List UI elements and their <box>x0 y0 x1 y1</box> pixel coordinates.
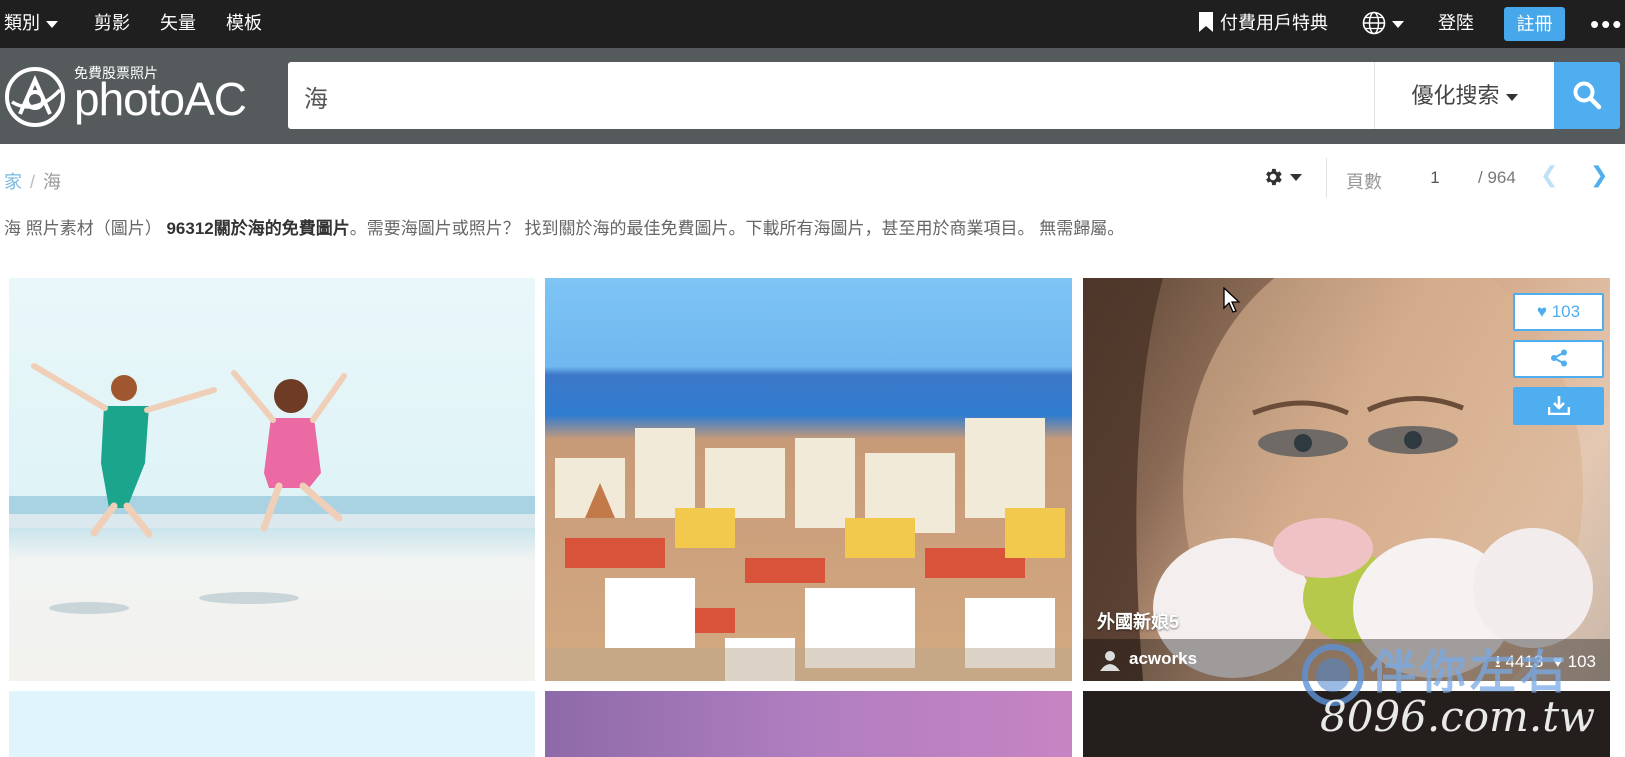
photo-thumbnail[interactable] <box>9 691 535 757</box>
like-button[interactable]: ♥ 103 <box>1513 293 1604 331</box>
search-input[interactable] <box>304 76 1344 116</box>
download-icon <box>1547 396 1570 416</box>
user-icon <box>1100 651 1120 671</box>
page-number-input[interactable] <box>1405 162 1465 194</box>
search-header: 免費股票照片 photoAC 優化搜索 <box>0 48 1625 144</box>
breadcrumb-current: 海 <box>43 172 62 192</box>
photo-beach-jump[interactable] <box>9 278 535 681</box>
category-menu[interactable]: 類別 <box>4 0 58 48</box>
download-button[interactable] <box>1513 387 1604 425</box>
chevron-down-icon <box>1392 20 1404 28</box>
page-total: / 964 <box>1478 168 1516 187</box>
breadcrumb-home-link[interactable]: 家 <box>4 172 22 192</box>
register-button[interactable]: 註冊 <box>1504 7 1565 41</box>
heart-icon: ♥ <box>1552 652 1563 671</box>
photo-foreign-bride[interactable]: 外國新娘5 acworks ⭳ 4413 ♥ 103 <box>1083 278 1610 681</box>
photo-author[interactable]: acworks <box>1129 649 1197 669</box>
coastal-town-illustration <box>545 418 1072 681</box>
logo[interactable]: 免費股票照片 photoAC <box>4 62 254 132</box>
logo-brand: photoAC <box>74 73 247 125</box>
chevron-down-icon <box>46 20 58 28</box>
photo-thumbnail[interactable] <box>545 691 1072 757</box>
like-button-count: 103 <box>1551 302 1581 321</box>
photo-thumbnail[interactable] <box>1083 691 1610 757</box>
beach-jump-illustration <box>9 363 535 614</box>
search-icon <box>1573 81 1602 110</box>
search-button[interactable] <box>1554 62 1620 129</box>
premium-link[interactable]: 付費用戶特典 <box>1198 0 1328 48</box>
login-link[interactable]: 登陸 <box>1438 0 1474 48</box>
top-navbar: 類別 剪影 矢量 模板 付費用戶特典 登陸 註冊 ••• <box>0 0 1625 48</box>
globe-icon <box>1362 11 1386 35</box>
nav-vector-link[interactable]: 矢量 <box>160 0 196 48</box>
next-page-icon[interactable]: ❯ <box>1590 162 1608 188</box>
category-label: 類別 <box>4 13 40 33</box>
heart-icon: ♥ <box>1536 302 1547 321</box>
premium-label: 付費用戶特典 <box>1220 13 1328 33</box>
photoac-logo-icon <box>5 67 65 127</box>
page-label: 頁數 <box>1346 172 1382 192</box>
page-description: 海 照片素材（圖片） 96312關於海的免費圖片。需要海圖片或照片？ 找到關於海… <box>4 214 1124 239</box>
bookmark-icon <box>1199 12 1213 32</box>
nav-clip-link[interactable]: 剪影 <box>94 0 130 48</box>
gear-icon <box>1266 168 1282 186</box>
photo-footer: acworks ⭳ 4413 ♥ 103 <box>1083 639 1610 681</box>
settings-dropdown[interactable] <box>1262 166 1302 188</box>
share-icon <box>1550 349 1567 367</box>
breadcrumb: 家 / 海 <box>4 168 61 194</box>
divider <box>1326 158 1327 198</box>
more-menu-icon[interactable]: ••• <box>1590 11 1623 37</box>
chevron-down-icon <box>1290 173 1302 181</box>
download-count-icon: ⭳ <box>1494 652 1501 671</box>
prev-page-icon[interactable]: ❮ <box>1540 162 1558 188</box>
download-count: 4413 <box>1505 652 1544 671</box>
photo-coastal-town[interactable] <box>545 278 1072 681</box>
description-count: 96312關於海的免費圖片 <box>166 219 350 238</box>
description-part2: 。需要海圖片或照片？ 找到關於海的最佳免費圖片。下載所有海圖片，甚至用於商業項目… <box>349 219 1125 238</box>
photo-title: 外國新娘5 <box>1097 612 1180 632</box>
search-box <box>288 62 1374 129</box>
chevron-down-icon <box>1505 93 1518 101</box>
refine-search-label: 優化搜索 <box>1411 83 1500 108</box>
refine-search-dropdown[interactable]: 優化搜索 <box>1374 62 1554 129</box>
share-button[interactable] <box>1513 340 1604 378</box>
photo-stats: ⭳ 4413 ♥ 103 <box>1495 649 1596 678</box>
language-menu[interactable] <box>1362 0 1404 48</box>
nav-template-link[interactable]: 模板 <box>226 0 262 48</box>
breadcrumb-separator: / <box>30 172 36 192</box>
like-count: 103 <box>1567 652 1596 671</box>
description-part1: 海 照片素材（圖片） <box>4 219 162 238</box>
mouse-cursor-icon <box>1223 287 1241 313</box>
